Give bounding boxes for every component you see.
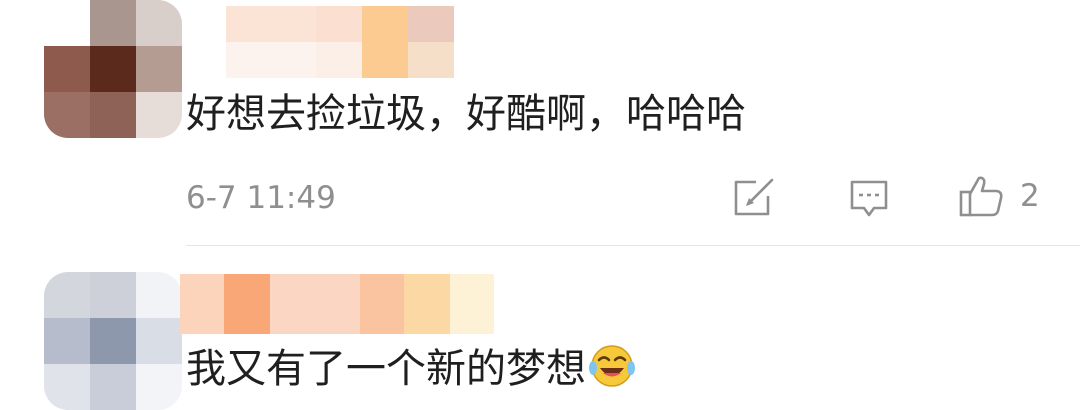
edit-icon — [734, 178, 774, 216]
like-count: 2 — [1020, 178, 1040, 214]
comment-item: 好想去捡垃圾，好酷啊，哈哈哈 6-7 11:49 2 — [0, 0, 1080, 246]
comment-text: 我又有了一个新的梦想 — [186, 344, 636, 399]
avatar[interactable] — [44, 272, 182, 410]
reply-button[interactable] — [848, 178, 890, 220]
reply-icon — [850, 180, 888, 217]
thumbs-up-icon — [959, 176, 1003, 217]
comment-item: 我又有了一个新的梦想 — [0, 246, 1080, 410]
comment-text: 好想去捡垃圾，好酷啊，哈哈哈 — [186, 91, 746, 137]
timestamp: 6-7 11:49 — [186, 180, 336, 216]
username[interactable] — [180, 274, 494, 334]
avatar[interactable] — [44, 0, 182, 138]
username[interactable] — [226, 6, 454, 78]
edit-button[interactable] — [732, 178, 776, 218]
laughing-crying-emoji-icon — [588, 344, 636, 399]
comment-text-content: 我又有了一个新的梦想 — [186, 346, 586, 392]
like-button[interactable]: 2 — [958, 174, 1040, 218]
